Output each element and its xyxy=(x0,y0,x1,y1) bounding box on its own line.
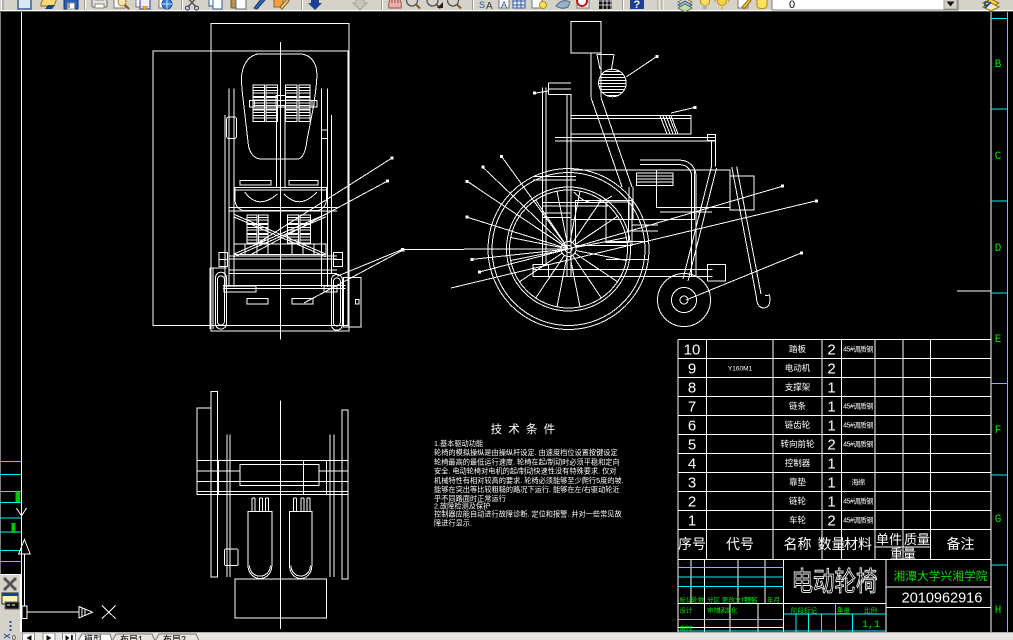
svg-text:转向前轮: 转向前轮 xyxy=(780,439,815,449)
svg-text:标准化: 标准化 xyxy=(718,606,738,615)
svg-text:0: 0 xyxy=(789,0,795,11)
svg-text:B: B xyxy=(995,59,1002,71)
svg-text:A: A xyxy=(486,1,493,12)
svg-text:H: H xyxy=(995,605,1002,617)
svg-text:能够在突出等比较粗糙的路况下运行. 能够在左/右驱动轮近: 能够在突出等比较粗糙的路况下运行. 能够在左/右驱动轮近 xyxy=(434,485,620,494)
svg-text:45#调质钢: 45#调质钢 xyxy=(843,421,873,430)
svg-text:模型: 模型 xyxy=(84,635,102,640)
svg-text:轮椅的模拟操纵是由操纵杆设定. 由速度档位设置按键设定: 轮椅的模拟操纵是由操纵杆设定. 由速度档位设置按键设定 xyxy=(434,448,618,457)
svg-text:1: 1 xyxy=(827,380,835,397)
svg-text:8: 8 xyxy=(688,380,696,397)
svg-text:电动轮椅: 电动轮椅 xyxy=(792,567,878,597)
svg-text:G: G xyxy=(995,514,1002,526)
svg-text:1: 1 xyxy=(827,475,835,492)
svg-text:处数: 处数 xyxy=(692,595,706,604)
svg-text:阶段标记: 阶段标记 xyxy=(791,606,818,615)
svg-text:10: 10 xyxy=(684,342,701,359)
svg-text:备注: 备注 xyxy=(947,536,975,552)
svg-text:45#调质钢: 45#调质钢 xyxy=(843,497,873,506)
svg-text:2010962916: 2010962916 xyxy=(902,591,983,607)
svg-text:2: 2 xyxy=(827,513,835,530)
svg-text:障进行显示.: 障进行显示. xyxy=(434,519,472,528)
svg-text:踏板: 踏板 xyxy=(789,344,807,354)
svg-text:2: 2 xyxy=(827,361,835,378)
svg-text:数量: 数量 xyxy=(818,536,846,552)
svg-text:链齿轮: 链齿轮 xyxy=(785,420,811,430)
svg-text:比例: 比例 xyxy=(864,606,877,615)
svg-text:?: ? xyxy=(634,0,641,11)
svg-text:控制器: 控制器 xyxy=(785,458,811,468)
svg-text:1: 1 xyxy=(688,513,696,530)
svg-text:5: 5 xyxy=(688,437,696,454)
svg-text:布局1: 布局1 xyxy=(120,634,143,640)
svg-text:链轮: 链轮 xyxy=(789,496,807,506)
svg-text:电动机: 电动机 xyxy=(785,363,811,373)
svg-text:A: A xyxy=(501,0,507,10)
svg-text:F: F xyxy=(995,425,1002,437)
svg-text:3: 3 xyxy=(688,475,696,492)
svg-text:0: 0 xyxy=(12,635,16,640)
svg-text:45#调质钢: 45#调质钢 xyxy=(843,345,873,354)
svg-text:单件: 单件 xyxy=(876,532,902,547)
svg-text:4: 4 xyxy=(688,456,696,473)
svg-text:设计: 设计 xyxy=(680,606,694,615)
svg-text:Y160M1: Y160M1 xyxy=(728,366,753,373)
svg-text:材料: 材料 xyxy=(844,536,872,552)
svg-text:车轮: 车轮 xyxy=(789,515,807,525)
svg-text:名称: 名称 xyxy=(784,536,812,552)
svg-text:E: E xyxy=(995,334,1002,346)
svg-text:C: C xyxy=(995,151,1002,163)
svg-text:安全. 电动轮椅对电机的起/制动快速性没有特殊要求. 仅对: 安全. 电动轮椅对电机的起/制动快速性没有特殊要求. 仅对 xyxy=(434,467,617,476)
svg-text:7: 7 xyxy=(688,399,696,416)
svg-text:2: 2 xyxy=(827,437,835,454)
svg-text:重量: 重量 xyxy=(837,607,851,615)
svg-text:45#调质钢: 45#调质钢 xyxy=(843,402,873,411)
svg-text:S: S xyxy=(479,0,485,10)
svg-text:2: 2 xyxy=(827,342,835,359)
svg-text:45#调质钢: 45#调质钢 xyxy=(843,516,873,525)
svg-text:1.基本驱动功能: 1.基本驱动功能 xyxy=(434,439,483,448)
svg-text:2: 2 xyxy=(688,494,696,511)
svg-text:靠垫: 靠垫 xyxy=(789,477,807,487)
svg-text:序号: 序号 xyxy=(678,536,706,552)
svg-text:D: D xyxy=(995,243,1002,255)
svg-text:1: 1 xyxy=(827,494,835,511)
svg-text:6: 6 xyxy=(688,418,696,435)
svg-text:布局2: 布局2 xyxy=(163,634,186,640)
svg-text:45#调质钢: 45#调质钢 xyxy=(843,440,873,449)
svg-text:湘潭大学兴湘学院: 湘潭大学兴湘学院 xyxy=(894,569,989,583)
svg-text:1: 1 xyxy=(827,456,835,473)
svg-text:重量: 重量 xyxy=(890,547,916,562)
svg-text:9: 9 xyxy=(688,361,696,378)
svg-text:链条: 链条 xyxy=(789,401,807,411)
svg-text:代号: 代号 xyxy=(726,536,754,552)
svg-text:1: 1 xyxy=(827,399,835,416)
svg-text:海绵: 海绵 xyxy=(852,478,866,487)
svg-text:控制器应能自动进行故障诊断. 定位和报警. 并对一些常见故: 控制器应能自动进行故障诊断. 定位和报警. 并对一些常见故 xyxy=(434,510,622,519)
svg-text:1: 1 xyxy=(827,418,835,435)
svg-text:签名: 签名 xyxy=(745,595,758,604)
svg-text:1,1: 1,1 xyxy=(862,620,880,631)
svg-text:年月: 年月 xyxy=(767,595,780,604)
svg-text:机械特性有相对较高的要求. 轮椅必须能够至少爬行5度的坡.: 机械特性有相对较高的要求. 轮椅必须能够至少爬行5度的坡. xyxy=(434,476,624,485)
svg-text:轮椅最高的最低运行速度. 轮椅在起/制动时必须平稳和定向: 轮椅最高的最低运行速度. 轮椅在起/制动时必须平稳和定向 xyxy=(434,457,620,466)
svg-text:质量: 质量 xyxy=(904,532,930,547)
svg-text:技 术 条 件: 技 术 条 件 xyxy=(491,422,557,436)
svg-text:支撑架: 支撑架 xyxy=(785,382,811,392)
